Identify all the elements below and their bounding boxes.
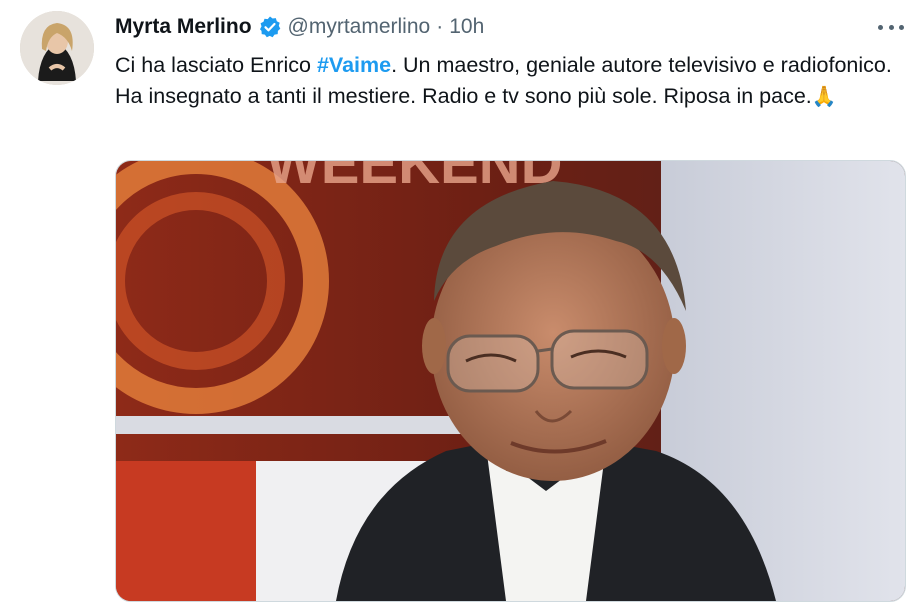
more-dot	[878, 24, 883, 30]
author-handle[interactable]: @myrtamerlino	[288, 15, 431, 39]
verified-badge-icon	[258, 15, 282, 39]
more-dot	[899, 24, 904, 30]
tweet-photo[interactable]: WEEKEND	[115, 160, 906, 602]
hashtag-link[interactable]: #Vaime	[317, 53, 391, 77]
tweet-text: Ci ha lasciato Enrico #Vaime. Un maestro…	[115, 50, 910, 113]
tweet-timestamp[interactable]: 10h	[449, 15, 484, 39]
author-avatar[interactable]	[20, 11, 94, 85]
more-dot	[888, 24, 894, 30]
folded-hands-emoji: 🙏	[811, 86, 837, 108]
separator-dot: ·	[436, 15, 444, 38]
more-options-icon[interactable]	[878, 17, 904, 37]
tweet-card[interactable]: Myrta Merlino @myrtamerlino · 10h Ci ha …	[0, 0, 917, 602]
tweet-text-start: Ci ha lasciato Enrico	[115, 53, 317, 77]
tweet-header: Myrta Merlino @myrtamerlino · 10h	[115, 12, 484, 42]
avatar-image	[20, 11, 94, 85]
photo-image: WEEKEND	[116, 161, 905, 601]
author-name[interactable]: Myrta Merlino	[115, 15, 252, 39]
